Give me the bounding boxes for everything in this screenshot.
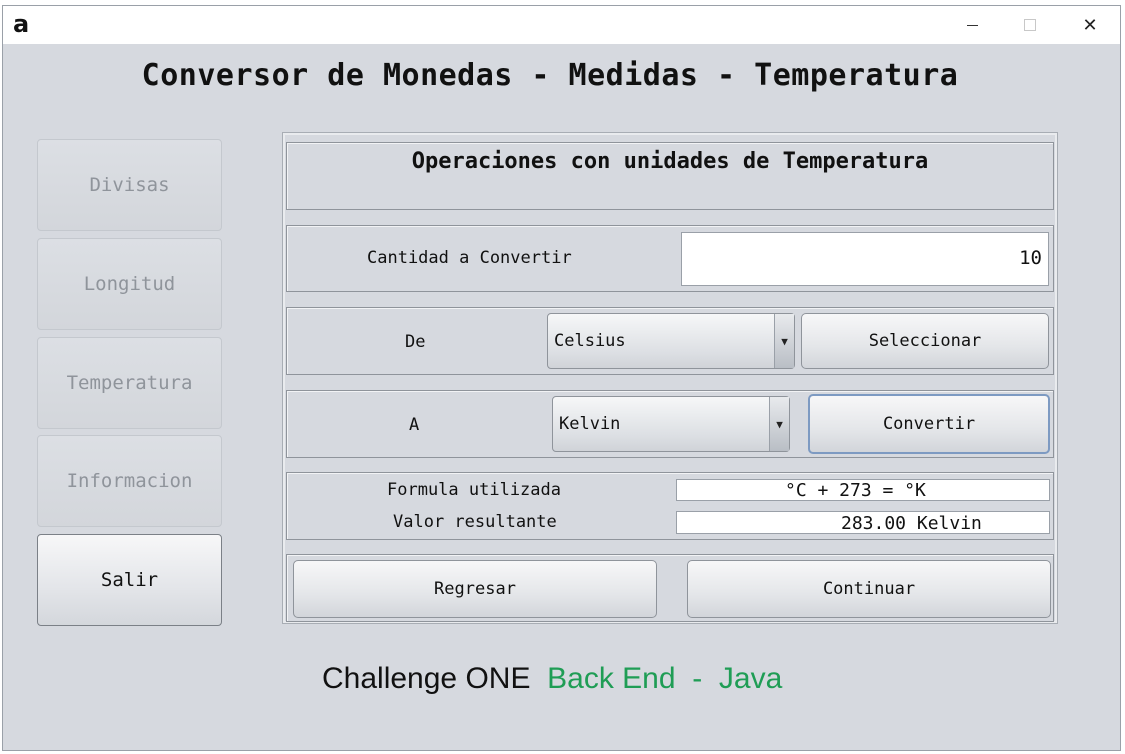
close-icon: ✕ [1082, 14, 1098, 36]
minimize-icon [966, 24, 978, 26]
result-label: Valor resultante [393, 512, 557, 532]
close-button[interactable]: ✕ [1061, 6, 1119, 44]
sidebar-item-label: Temperatura [66, 372, 193, 394]
select-button[interactable]: Seleccionar [801, 313, 1049, 369]
convert-button-label: Convertir [882, 414, 976, 434]
result-section: Formula utilizada °C + 273 = °K Valor re… [286, 472, 1054, 540]
amount-row: Cantidad a Convertir 10 [286, 225, 1054, 292]
maximize-icon [1024, 19, 1036, 31]
app-icon: a [13, 10, 30, 38]
to-row: A Kelvin ▼ Convertir [286, 390, 1054, 458]
to-label: A [409, 415, 420, 435]
back-button[interactable]: Regresar [293, 560, 657, 618]
chevron-down-icon: ▼ [769, 397, 789, 451]
app-title: Conversor de Monedas - Medidas - Tempera… [141, 58, 959, 93]
result-field: 283.00 Kelvin [676, 511, 1050, 534]
continue-button-label: Continuar [822, 579, 916, 599]
maximize-button[interactable] [1001, 6, 1059, 44]
amount-label: Cantidad a Convertir [367, 248, 572, 268]
sidebar-item-salir[interactable]: Salir [37, 534, 222, 626]
sidebar-item-label: Salir [100, 569, 159, 591]
from-unit-select[interactable]: Celsius ▼ [547, 313, 795, 369]
convert-button[interactable]: Convertir [808, 394, 1050, 454]
panel-title: Operaciones con unidades de Temperatura [411, 149, 929, 174]
select-button-label: Seleccionar [868, 331, 982, 351]
sidebar-item-temperatura[interactable]: Temperatura [37, 337, 222, 429]
continue-button[interactable]: Continuar [687, 560, 1051, 618]
sidebar-item-label: Divisas [89, 174, 170, 196]
sidebar-item-informacion[interactable]: Informacion [37, 435, 222, 527]
formula-value: °C + 273 = °K [785, 480, 926, 501]
action-row: Regresar Continuar [286, 554, 1054, 622]
panel-header: Operaciones con unidades de Temperatura [286, 142, 1054, 210]
formula-label: Formula utilizada [387, 480, 561, 500]
from-unit-value: Celsius [554, 331, 626, 351]
formula-field: °C + 273 = °K [676, 479, 1050, 501]
java-text: Java [718, 662, 783, 695]
sidebar-item-longitud[interactable]: Longitud [37, 238, 222, 330]
from-label: De [405, 332, 426, 352]
separator-text: - [692, 662, 703, 695]
to-unit-select[interactable]: Kelvin ▼ [552, 396, 790, 452]
chevron-down-icon: ▼ [774, 314, 794, 368]
sidebar-item-label: Informacion [66, 470, 193, 492]
sidebar-item-label: Longitud [83, 273, 176, 295]
from-row: De Celsius ▼ Seleccionar [286, 307, 1054, 375]
to-unit-value: Kelvin [559, 414, 621, 434]
amount-value: 10 [1019, 247, 1042, 269]
sidebar-item-divisas[interactable]: Divisas [37, 139, 222, 231]
title-bar: a ✕ [3, 6, 1120, 44]
challenge-text: Challenge ONE [322, 662, 531, 695]
backend-text: Back End [547, 662, 676, 695]
amount-input[interactable]: 10 [681, 232, 1049, 286]
back-button-label: Regresar [434, 579, 516, 599]
minimize-button[interactable] [943, 6, 1001, 44]
challenge-banner: Challenge ONE Back End - Java [322, 662, 782, 696]
result-value: 283.00 Kelvin [841, 513, 982, 534]
